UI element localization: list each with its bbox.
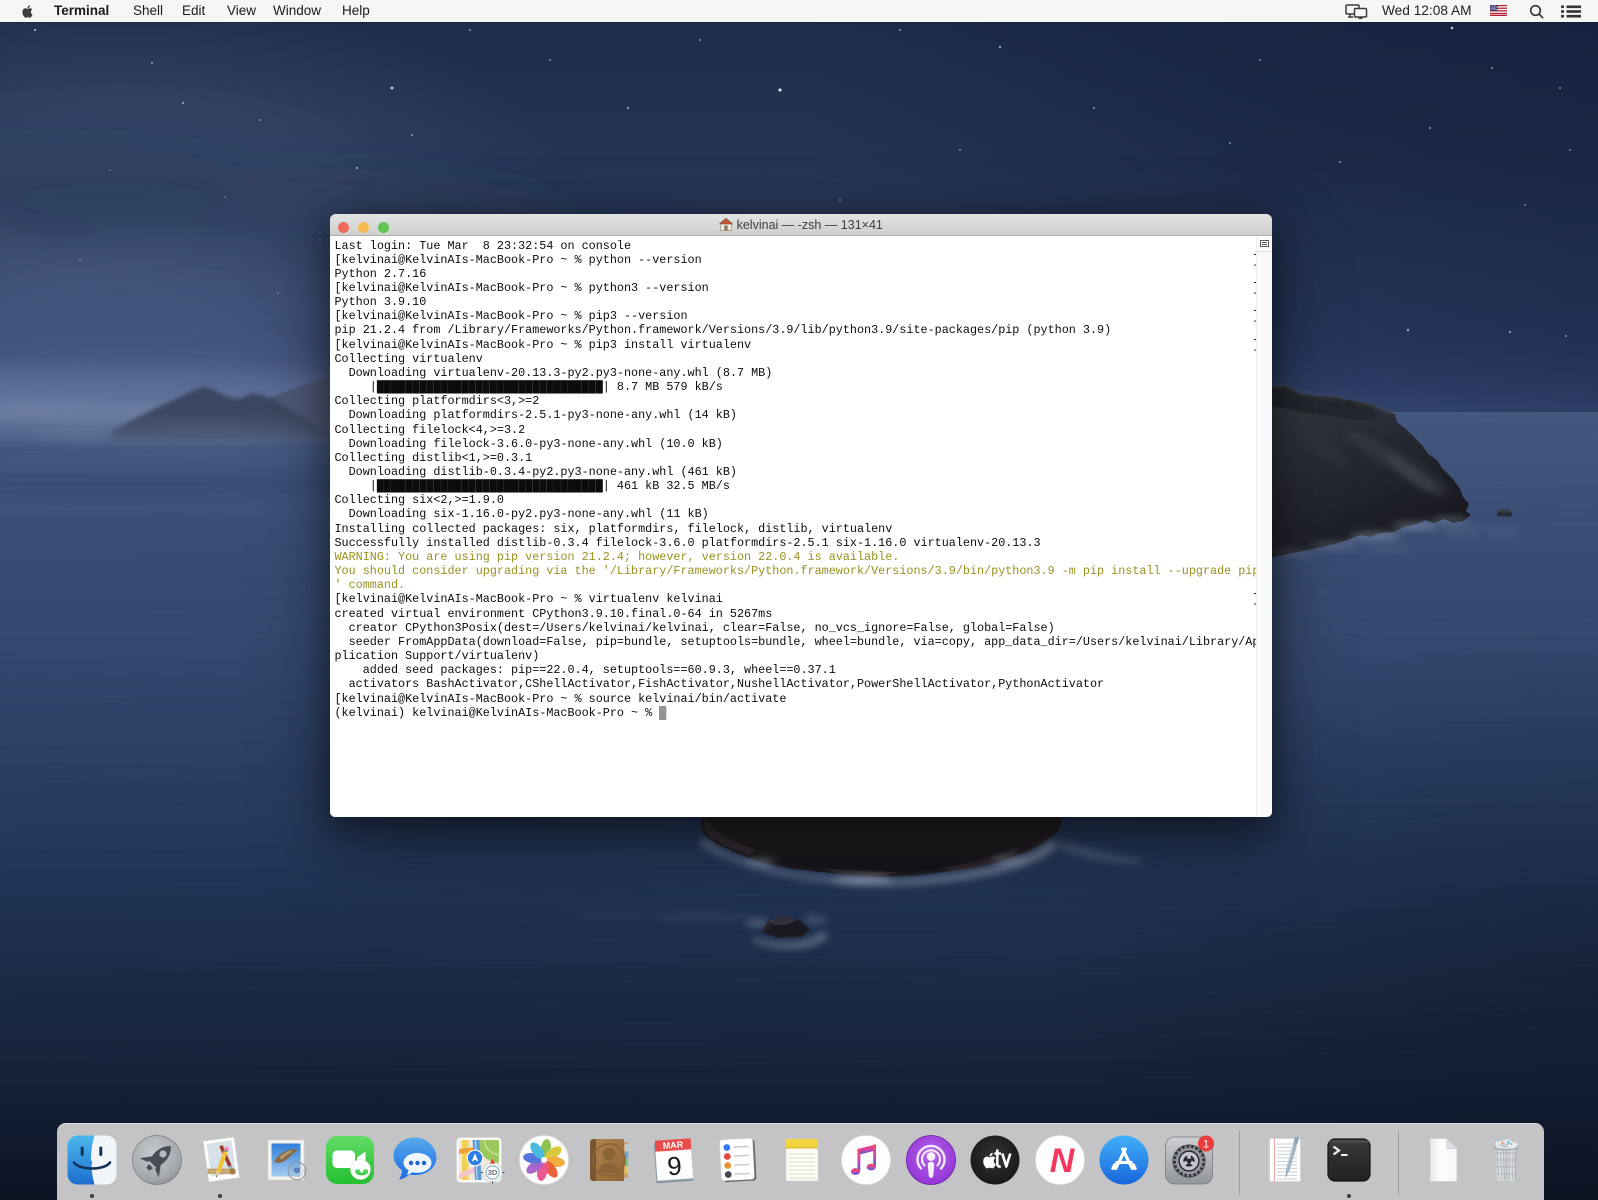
svg-text:3D: 3D (488, 1168, 498, 1177)
svg-text:N: N (1049, 1142, 1075, 1180)
svg-text:1: 1 (1202, 1138, 1208, 1150)
svg-text:9: 9 (666, 1150, 683, 1181)
svg-text:MAR: MAR (662, 1139, 684, 1150)
